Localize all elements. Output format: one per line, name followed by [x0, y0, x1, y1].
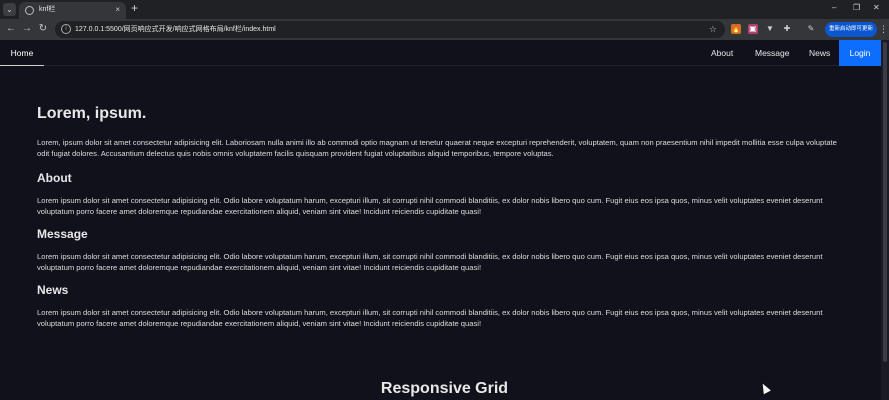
extension-square-icon[interactable]: ▣: [748, 24, 758, 34]
extension-filter-icon[interactable]: ▼: [765, 24, 775, 34]
scrollbar-thumb[interactable]: [883, 42, 887, 362]
page-title: Lorem, ipsum.: [37, 105, 147, 122]
tab-title: knf栏: [39, 6, 56, 13]
back-icon[interactable]: ←: [4, 22, 18, 36]
new-tab-icon[interactable]: +: [131, 2, 138, 15]
section-heading-about: About: [37, 171, 72, 185]
browser-toolbar: ← → ↻ i 127.0.0.1:5500/网页响应式开发/响应式网格布局/k…: [0, 19, 889, 40]
section-text-about: Lorem ipsum dolor sit amet consectetur a…: [37, 196, 823, 216]
tab-close-icon[interactable]: ×: [115, 5, 120, 15]
intro-paragraph: Lorem, ipsum dolor sit amet consectetur …: [37, 138, 837, 158]
maximize-icon[interactable]: ❐: [853, 3, 860, 13]
extensions-puzzle-icon[interactable]: ✚: [782, 24, 792, 34]
browser-menu-icon[interactable]: ⋮: [879, 23, 888, 35]
page-viewport: Home About Message News Login Lorem, ips…: [0, 40, 889, 400]
close-window-icon[interactable]: ✕: [873, 3, 880, 13]
browser-window: ⌄ knf栏 × + – ❐ ✕ ← → ↻ i 127.0.0.1:5500/…: [0, 0, 889, 400]
login-button[interactable]: Login: [839, 40, 881, 66]
tab-active[interactable]: knf栏 ×: [19, 2, 126, 19]
section-heading-news: News: [37, 283, 69, 297]
extension-fire-icon[interactable]: 🔥: [731, 24, 741, 34]
reload-icon[interactable]: ↻: [36, 22, 50, 36]
bookmark-star-icon[interactable]: ☆: [709, 23, 717, 35]
section-text-message: Lorem ipsum dolor sit amet consectetur a…: [37, 252, 823, 272]
tab-search-icon[interactable]: ⌄: [3, 3, 16, 16]
profile-pen-icon[interactable]: ✎: [806, 24, 816, 34]
site-navbar: Home About Message News Login: [0, 40, 881, 66]
nav-news-link[interactable]: News: [809, 40, 830, 66]
section-heading-message: Message: [37, 227, 88, 241]
address-bar[interactable]: i 127.0.0.1:5500/网页响应式开发/响应式网格布局/knf栏/in…: [55, 21, 725, 38]
section-text-news: Lorem ipsum dolor sit amet consectetur a…: [37, 308, 823, 328]
minimize-icon[interactable]: –: [832, 3, 836, 13]
responsive-grid-heading: Responsive Grid: [380, 380, 509, 397]
globe-icon: [25, 6, 34, 15]
tab-strip: ⌄ knf栏 × + – ❐ ✕: [0, 0, 889, 19]
update-button[interactable]: 重新启动即可更新: [825, 22, 877, 37]
nav-about-link[interactable]: About: [711, 40, 733, 66]
page-scrollbar[interactable]: [881, 40, 889, 400]
url-text[interactable]: 127.0.0.1:5500/网页响应式开发/响应式网格布局/knf栏/inde…: [75, 24, 276, 35]
nav-home-link[interactable]: Home: [0, 40, 44, 66]
site-info-icon[interactable]: i: [61, 24, 71, 34]
forward-icon[interactable]: →: [20, 22, 34, 36]
nav-message-link[interactable]: Message: [755, 40, 790, 66]
